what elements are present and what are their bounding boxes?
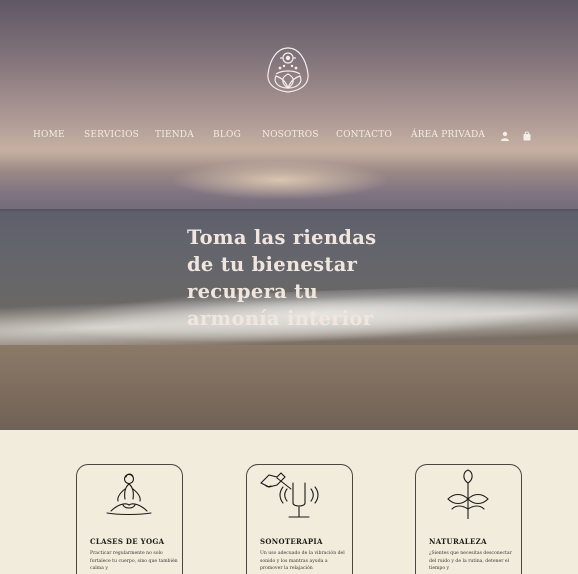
beach-sand (0, 345, 578, 430)
card-title: NATURALEZA (429, 537, 487, 546)
card-text: Practicar regularmente no solo fortalece… (90, 551, 178, 572)
nav-home[interactable]: HOME (33, 130, 65, 140)
nav-tienda[interactable]: TIENDA (155, 130, 194, 140)
nav-contacto[interactable]: CONTACTO (336, 130, 392, 140)
card-text: Un uso adecuado de la vibración del soni… (260, 551, 345, 572)
tuning-fork-icon (260, 472, 319, 518)
nav-blog[interactable]: BLOG (213, 130, 241, 140)
service-card-sonoterapia[interactable]: SONOTERAPIA Un uso adecuado de la vibrac… (246, 464, 353, 574)
headline-line: Toma las riendas (187, 226, 377, 249)
user-icon[interactable] (500, 131, 510, 141)
card-text: ¿Sientes que necesitas desconectar del r… (429, 551, 512, 572)
main-navigation: HOME SERVICIOS TIENDA BLOG NOSOTROS CONT… (0, 130, 578, 146)
hero-headline: Toma las riendas de tu bienestar recuper… (187, 224, 427, 332)
hero-banner: HOME SERVICIOS TIENDA BLOG NOSOTROS CONT… (0, 0, 578, 430)
nav-nosotros[interactable]: NOSOTROS (262, 130, 319, 140)
nav-area-privada[interactable]: ÁREA PRIVADA (411, 130, 485, 140)
headline-line: armonía interior (187, 307, 374, 330)
headline-line: de tu bienestar (187, 253, 358, 276)
service-card-naturaleza[interactable]: NATURALEZA ¿Sientes que necesitas descon… (415, 464, 522, 574)
sun-glow (170, 160, 390, 200)
service-card-yoga[interactable]: CLASES DE YOGA Practicar regularmente no… (76, 464, 183, 574)
nav-servicios[interactable]: SERVICIOS (84, 130, 139, 140)
cart-icon[interactable] (522, 131, 532, 141)
yoga-meditation-icon (106, 473, 152, 516)
brand-logo-icon[interactable] (262, 44, 314, 96)
card-title: SONOTERAPIA (260, 537, 323, 546)
headline-line: recupera tu (187, 280, 318, 303)
sprout-icon (447, 469, 489, 519)
card-title: CLASES DE YOGA (90, 537, 165, 546)
